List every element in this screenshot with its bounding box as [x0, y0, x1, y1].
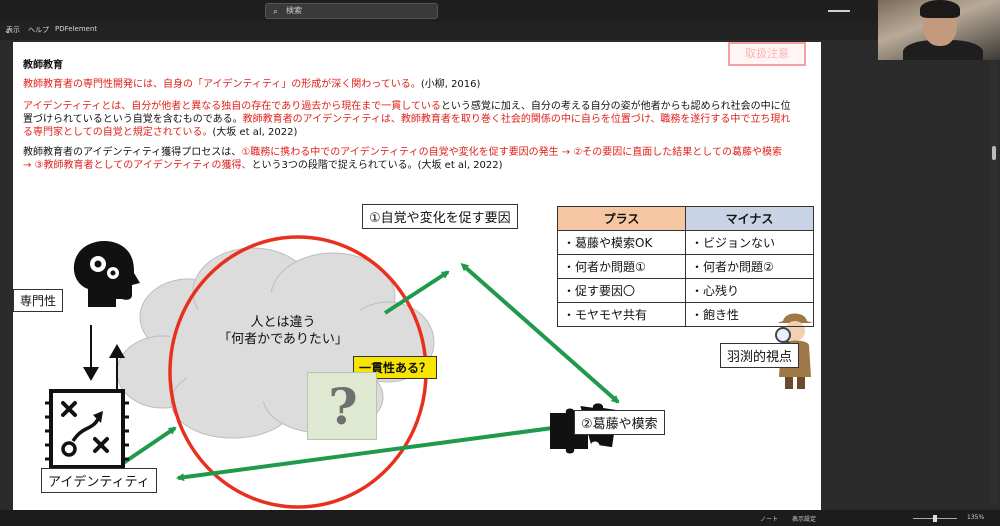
- p3-black-1: 教師教育者のアイデンティティ獲得プロセスは、: [23, 147, 242, 158]
- status-bar: ノート 表示設定 135%: [0, 510, 1000, 526]
- table-cell: ・ビジョンない: [685, 230, 814, 255]
- search-placeholder: 検索: [286, 6, 302, 15]
- search-icon: ⌕: [273, 7, 279, 17]
- table-row: ・葛藤や模索OK ・ビジョンない: [557, 230, 814, 255]
- table-cell: ・心残り: [685, 278, 814, 303]
- table-row: ・促す要因〇 ・心残り: [557, 278, 814, 303]
- table-cell: ・何者か問題①: [557, 254, 686, 279]
- zoom-slider-knob[interactable]: [933, 515, 937, 522]
- table-cell: ・何者か問題②: [685, 254, 814, 279]
- down-arrow-icon: [83, 325, 99, 381]
- zoom-level: 135%: [967, 514, 985, 521]
- webcam-video: [878, 0, 1000, 60]
- confidential-stamp: 取扱注意: [728, 42, 806, 66]
- notes-button[interactable]: ノート: [760, 514, 778, 523]
- vertical-scrollbar[interactable]: [990, 60, 998, 505]
- table-cell: ・促す要因〇: [557, 278, 686, 303]
- identity-label: アイデンティティ: [41, 468, 157, 493]
- menu-pdfelement[interactable]: PDFelement: [55, 25, 97, 33]
- slide-heading: 教師教育: [23, 60, 63, 71]
- p3-black-2: という3つの段階で捉えられている。: [251, 160, 418, 171]
- title-bar: ⌕ 検索: [0, 0, 1000, 22]
- scrollbar-thumb[interactable]: [992, 146, 996, 160]
- plus-minus-table: プラス マイナス ・葛藤や模索OK ・ビジョンない ・何者か問題① ・何者か問題…: [557, 206, 814, 327]
- stage2-struggle-label: ②葛藤や模索: [574, 410, 665, 435]
- table-row: ・何者か問題① ・何者か問題②: [557, 254, 814, 279]
- p2-cite: (大坂 et al, 2022): [212, 127, 298, 138]
- menu-bar: ⌄ 表示 ヘルプ PDFelement: [0, 22, 1000, 40]
- menu-view[interactable]: 表示: [6, 25, 20, 35]
- head-gears-icon: [73, 240, 140, 307]
- minimize-icon[interactable]: [828, 10, 850, 12]
- table-cell: ・飽き性: [685, 302, 814, 327]
- cloud-line-1: 人とは違う: [250, 315, 316, 330]
- table-header-plus: プラス: [557, 206, 686, 231]
- p1-red: 教師教育者の専門性開発には、自身の「アイデンティティ」の形成が深く関わっている。: [23, 79, 421, 90]
- cloud-line-2: 「何者かでありたい」: [218, 332, 348, 347]
- paragraph-2: アイデンティティとは、自分が他者と異なる独自の存在であり過去から現在まで一貫して…: [23, 100, 793, 139]
- table-row: ・モヤモヤ共有 ・飽き性: [557, 302, 814, 327]
- table-cell: ・葛藤や模索OK: [557, 230, 686, 255]
- table-header-minus: マイナス: [685, 206, 814, 231]
- p3-cite: (大坂 et al, 2022): [417, 160, 503, 171]
- menu-help[interactable]: ヘルプ: [28, 25, 49, 35]
- view-settings-button[interactable]: 表示設定: [792, 514, 816, 523]
- search-input[interactable]: ⌕ 検索: [265, 3, 438, 19]
- cloud-text: 人とは違う 「何者かでありたい」: [208, 314, 358, 348]
- expertise-label: 専門性: [13, 289, 64, 312]
- paragraph-3: 教師教育者のアイデンティティ獲得プロセスは、①職務に携わる中でのアイデンティティ…: [23, 146, 793, 172]
- paragraph-1: 教師教育者の専門性開発には、自身の「アイデンティティ」の形成が深く関わっている。…: [23, 78, 793, 91]
- question-mark-icon: ?: [328, 377, 358, 436]
- slide: 取扱注意 教師教育 教師教育者の専門性開発には、自身の「アイデンティティ」の形成…: [13, 42, 821, 510]
- stage1-cause-label: ①自覚や変化を促す要因: [362, 204, 518, 229]
- table-cell: ・モヤモヤ共有: [557, 302, 686, 327]
- question-box: ?: [307, 372, 377, 440]
- strategy-board-icon: [45, 389, 129, 469]
- presenter-hair: [920, 0, 960, 18]
- p2-red-1: アイデンティティとは、自分が他者と異なる独自の存在であり過去から現在まで一貫して…: [23, 101, 441, 112]
- viewpoint-label: 羽渕的視点: [720, 343, 800, 368]
- p1-cite: (小柳, 2016): [420, 79, 481, 90]
